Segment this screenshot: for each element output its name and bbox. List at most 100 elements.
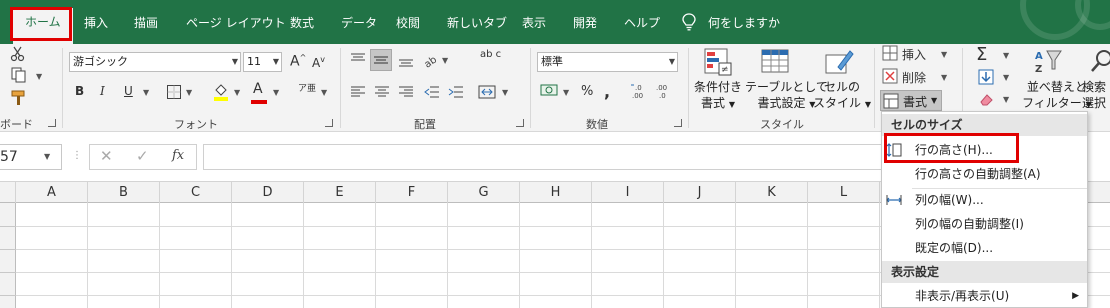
underline-dropdown-arrow[interactable]: ▼ xyxy=(143,88,149,97)
tab-page-layout[interactable]: ページ レイアウト xyxy=(186,12,286,34)
insert-function-button[interactable]: fx xyxy=(172,148,184,163)
fill-color-icon[interactable] xyxy=(212,82,230,102)
autosum-button[interactable]: Σ xyxy=(976,44,987,65)
number-dialog-launcher[interactable] xyxy=(674,119,682,127)
borders-dropdown-arrow[interactable]: ▼ xyxy=(186,88,192,97)
orientation-icon[interactable]: ab xyxy=(422,52,438,68)
underline-button[interactable]: U xyxy=(124,84,133,98)
format-painter-icon[interactable] xyxy=(10,89,28,107)
font-size-combo[interactable]: 11 ▼ xyxy=(243,52,282,72)
italic-button[interactable]: I xyxy=(100,84,105,98)
select-all-corner[interactable] xyxy=(0,182,16,203)
phonetic-dropdown-arrow[interactable]: ▼ xyxy=(321,88,327,97)
cut-icon[interactable] xyxy=(10,46,26,62)
decrease-indent-icon[interactable] xyxy=(424,84,440,100)
column-header-h[interactable]: H xyxy=(520,182,592,203)
column-header-i[interactable]: I xyxy=(592,182,664,203)
autosum-dropdown-arrow[interactable]: ▼ xyxy=(1003,51,1009,60)
font-name-combo[interactable]: 游ゴシック ▼ xyxy=(69,52,241,72)
menu-item-autofit-column-width[interactable]: 列の幅の自動調整(I) xyxy=(882,212,1087,236)
clear-dropdown-arrow[interactable]: ▼ xyxy=(1003,95,1009,104)
bold-button[interactable]: B xyxy=(75,84,84,98)
number-format-combo[interactable]: 標準 ▼ xyxy=(537,52,678,72)
column-header-e[interactable]: E xyxy=(304,182,376,203)
align-bottom-icon[interactable] xyxy=(398,52,414,68)
cancel-icon[interactable]: ✕ xyxy=(100,147,113,165)
conditional-formatting-icon[interactable]: ≠ xyxy=(703,47,733,77)
menu-item-hide-unhide[interactable]: 非表示/再表示(U) ▶ xyxy=(882,284,1087,308)
formula-bar-grip[interactable]: ⋮ xyxy=(72,150,82,161)
sort-filter-icon[interactable]: A Z xyxy=(1033,47,1063,77)
tab-data[interactable]: データ xyxy=(341,12,377,34)
align-middle-button[interactable] xyxy=(370,49,392,71)
tab-help[interactable]: ヘルプ xyxy=(624,12,660,34)
delete-dropdown-arrow[interactable]: ▼ xyxy=(941,73,947,82)
insert-cells-button[interactable]: 挿入 xyxy=(902,46,926,63)
borders-icon[interactable] xyxy=(166,84,182,100)
delete-cells-button[interactable]: 削除 xyxy=(902,69,926,86)
tab-formulas[interactable]: 数式 xyxy=(290,12,314,34)
increase-indent-icon[interactable] xyxy=(448,84,464,100)
column-header-l[interactable]: L xyxy=(808,182,880,203)
merge-center-icon[interactable] xyxy=(478,84,496,100)
column-header-a[interactable]: A xyxy=(16,182,88,203)
format-cells-button[interactable]: 書式 ▼ xyxy=(880,90,942,111)
align-top-icon[interactable] xyxy=(350,52,366,68)
name-box[interactable]: 57 ▼ xyxy=(0,144,62,170)
column-header-g[interactable]: G xyxy=(448,182,520,203)
column-header-j[interactable]: J xyxy=(664,182,736,203)
conditional-formatting-label[interactable]: 条件付き 書式 ▼ xyxy=(694,79,742,113)
comma-style-button[interactable]: , xyxy=(604,82,610,101)
column-header-c[interactable]: C xyxy=(160,182,232,203)
orientation-dropdown-arrow[interactable]: ▼ xyxy=(442,56,448,65)
fill-icon[interactable] xyxy=(978,69,994,85)
alignment-dialog-launcher[interactable] xyxy=(516,119,524,127)
find-select-label[interactable]: 検索 選択 xyxy=(1082,79,1106,111)
cell-styles-label[interactable]: セルの スタイル ▼ xyxy=(813,79,871,113)
tab-insert[interactable]: 挿入 xyxy=(84,12,108,34)
find-select-icon[interactable] xyxy=(1090,47,1110,77)
menu-item-column-width[interactable]: 列の幅(W)... xyxy=(882,188,1087,212)
clear-icon[interactable] xyxy=(978,91,994,107)
align-center-icon[interactable] xyxy=(374,84,390,100)
percent-style-button[interactable]: % xyxy=(581,84,593,99)
column-header-b[interactable]: B xyxy=(88,182,160,203)
formula-input[interactable] xyxy=(203,144,883,170)
copy-dropdown-arrow[interactable]: ▼ xyxy=(36,72,42,81)
tell-me-search[interactable]: 何をしますか xyxy=(708,12,780,34)
phonetic-guide-button[interactable]: ア亜 xyxy=(298,84,316,94)
accounting-format-icon[interactable] xyxy=(540,82,560,100)
cell-styles-icon[interactable] xyxy=(824,47,854,77)
font-color-button[interactable]: A xyxy=(253,81,263,97)
tab-developer[interactable]: 開発 xyxy=(573,12,597,34)
column-header-k[interactable]: K xyxy=(736,182,808,203)
tab-new-tab[interactable]: 新しいタブ xyxy=(447,12,507,34)
wrap-text-button[interactable]: ab c xyxy=(480,50,501,60)
clipboard-dialog-launcher[interactable] xyxy=(48,119,56,127)
increase-font-size-button[interactable]: A^ xyxy=(290,53,306,70)
merge-dropdown-arrow[interactable]: ▼ xyxy=(502,88,508,97)
tab-view[interactable]: 表示 xyxy=(522,12,546,34)
decrease-decimal-icon[interactable]: .00.0 xyxy=(654,82,672,100)
accounting-dropdown-arrow[interactable]: ▼ xyxy=(563,88,569,97)
menu-item-default-width[interactable]: 既定の幅(D)... xyxy=(882,236,1087,260)
enter-icon[interactable]: ✓ xyxy=(136,147,149,165)
format-as-table-icon[interactable] xyxy=(760,47,790,77)
decrease-font-size-button[interactable]: Av xyxy=(312,55,325,70)
fill-color-dropdown-arrow[interactable]: ▼ xyxy=(234,88,240,97)
insert-dropdown-arrow[interactable]: ▼ xyxy=(941,50,947,59)
column-header-d[interactable]: D xyxy=(232,182,304,203)
insert-cells-icon[interactable] xyxy=(882,45,898,61)
column-header-f[interactable]: F xyxy=(376,182,448,203)
fill-dropdown-arrow[interactable]: ▼ xyxy=(1003,73,1009,82)
font-color-dropdown-arrow[interactable]: ▼ xyxy=(273,88,279,97)
tab-draw[interactable]: 描画 xyxy=(134,12,158,34)
align-right-icon[interactable] xyxy=(398,84,414,100)
copy-icon[interactable] xyxy=(10,66,28,84)
align-left-icon[interactable] xyxy=(350,84,366,100)
font-dialog-launcher[interactable] xyxy=(325,119,333,127)
delete-cells-icon[interactable] xyxy=(882,68,898,84)
increase-decimal-icon[interactable]: .0.00 xyxy=(630,82,648,100)
tab-review[interactable]: 校閲 xyxy=(396,12,420,34)
menu-item-autofit-row-height[interactable]: 行の高さの自動調整(A) xyxy=(882,162,1087,186)
